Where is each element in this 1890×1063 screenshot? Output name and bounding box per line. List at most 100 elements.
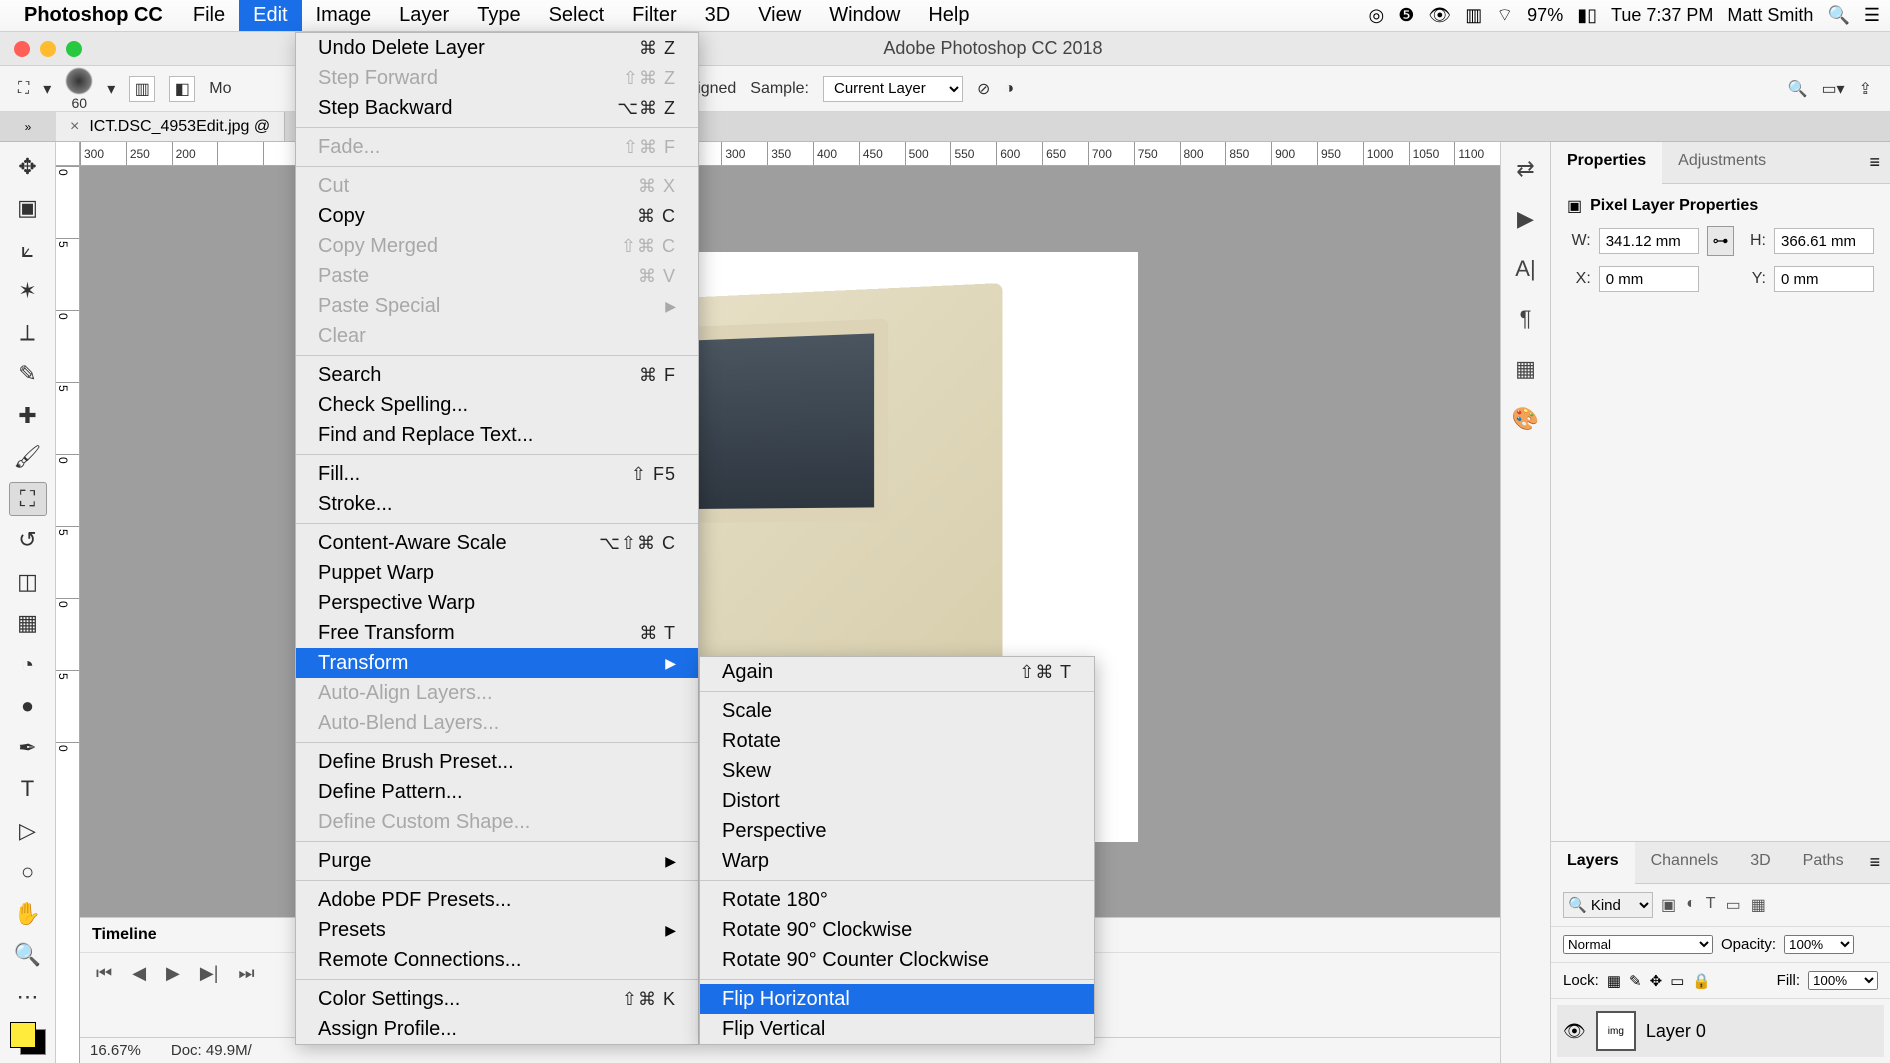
transform-item-rotate-90-clockwise[interactable]: Rotate 90° Clockwise (700, 915, 1094, 945)
hand-tool[interactable]: ✋ (9, 897, 47, 931)
blur-tool[interactable]: ◔ (9, 648, 47, 682)
workspace-icon[interactable]: ▭▾ (1821, 79, 1844, 99)
menu-window[interactable]: Window (815, 0, 914, 31)
tab-channels[interactable]: Channels (1635, 842, 1735, 883)
transform-item-rotate[interactable]: Rotate (700, 726, 1094, 756)
edit-item-stroke[interactable]: Stroke... (296, 489, 698, 519)
transform-item-flip-vertical[interactable]: Flip Vertical (700, 1014, 1094, 1044)
color-panel-icon[interactable]: 🎨 (1512, 406, 1539, 432)
timeline-first-icon[interactable]: ⏮ (96, 963, 112, 984)
crop-tool[interactable]: ⟂ (9, 316, 47, 350)
edit-item-check-spelling[interactable]: Check Spelling... (296, 390, 698, 420)
lasso-tool[interactable]: ⟀ (9, 233, 47, 267)
transform-item-distort[interactable]: Distort (700, 786, 1094, 816)
history-brush-tool[interactable]: ↺ (9, 524, 47, 558)
edit-item-copy[interactable]: Copy⌘ C (296, 201, 698, 231)
menu-select[interactable]: Select (535, 0, 619, 31)
blend-panel-icon[interactable]: ◧ (169, 76, 195, 102)
menu-file[interactable]: File (179, 0, 239, 31)
edit-item-find-and-replace-text[interactable]: Find and Replace Text... (296, 420, 698, 450)
zoom-tool[interactable]: 🔍 (9, 939, 47, 973)
lock-pos-icon[interactable]: ✥ (1650, 972, 1663, 990)
tab-properties[interactable]: Properties (1551, 142, 1662, 184)
app-icon-5[interactable]: ❺ (1398, 5, 1414, 26)
transform-item-flip-horizontal[interactable]: Flip Horizontal (700, 984, 1094, 1014)
ruler-horizontal[interactable]: 300250200 501001502002503003504004505005… (80, 142, 1500, 166)
opacity-select[interactable]: 100% (1784, 935, 1854, 954)
menu-3d[interactable]: 3D (691, 0, 745, 31)
fill-select[interactable]: 100% (1808, 971, 1878, 990)
edit-item-remote-connections[interactable]: Remote Connections... (296, 945, 698, 975)
layer-thumbnail[interactable]: img (1596, 1011, 1636, 1051)
clock[interactable]: Tue 7:37 PM (1611, 5, 1713, 26)
height-input[interactable] (1774, 228, 1874, 254)
dodge-tool[interactable]: ● (9, 690, 47, 724)
brush-preview[interactable] (65, 67, 93, 95)
edit-item-content-aware-scale[interactable]: Content-Aware Scale⌥⇧⌘ C (296, 528, 698, 558)
tab-layers[interactable]: Layers (1551, 842, 1635, 884)
share-icon[interactable]: ⇪ (1859, 79, 1872, 99)
marquee-tool[interactable]: ▣ (9, 192, 47, 226)
edit-item-free-transform[interactable]: Free Transform⌘ T (296, 618, 698, 648)
eraser-tool[interactable]: ◫ (9, 565, 47, 599)
edit-item-define-brush-preset[interactable]: Define Brush Preset... (296, 747, 698, 777)
edit-item-fill[interactable]: Fill...⇧ F5 (296, 459, 698, 489)
transform-item-warp[interactable]: Warp (700, 846, 1094, 876)
panel-menu-icon[interactable]: ≡ (1859, 142, 1890, 183)
pressure-icon[interactable]: ◑ (1004, 80, 1014, 98)
filter-type-icon[interactable]: T (1706, 895, 1716, 915)
layer-row[interactable]: 👁 img Layer 0 (1557, 1005, 1884, 1057)
tab-3d[interactable]: 3D (1734, 842, 1786, 883)
edit-item-transform[interactable]: Transform▶ (296, 648, 698, 678)
visibility-icon[interactable]: 👁 (1563, 1021, 1586, 1042)
layer-filter-kind[interactable]: 🔍 Kind (1563, 892, 1653, 918)
tab-paths[interactable]: Paths (1787, 842, 1860, 883)
edit-item-puppet-warp[interactable]: Puppet Warp (296, 558, 698, 588)
filter-smart-icon[interactable]: ▦ (1751, 895, 1766, 915)
tab-adjustments[interactable]: Adjustments (1662, 142, 1782, 183)
zoom-display[interactable]: 16.67% (90, 1042, 141, 1059)
menu-help[interactable]: Help (914, 0, 983, 31)
transform-item-perspective[interactable]: Perspective (700, 816, 1094, 846)
edit-item-search[interactable]: Search⌘ F (296, 360, 698, 390)
transform-item-skew[interactable]: Skew (700, 756, 1094, 786)
ignore-adjust-icon[interactable]: ⊘ (977, 79, 990, 99)
path-select-tool[interactable]: ▷ (9, 814, 47, 848)
filter-shape-icon[interactable]: ▭ (1726, 895, 1741, 915)
tool-dropdown-icon[interactable]: ▾ (43, 79, 51, 99)
eyedropper-tool[interactable]: ✎ (9, 358, 47, 392)
y-input[interactable] (1774, 266, 1874, 292)
layers-menu-icon[interactable]: ≡ (1860, 842, 1890, 883)
lock-trans-icon[interactable]: ▦ (1607, 972, 1621, 990)
type-tool[interactable]: T (9, 773, 47, 807)
swatches-panel-icon[interactable]: ▦ (1515, 356, 1536, 382)
brush-dropdown-icon[interactable]: ▾ (107, 79, 115, 99)
search-icon[interactable]: 🔍 (1788, 79, 1808, 99)
color-swatch[interactable] (10, 1022, 46, 1056)
filter-adjust-icon[interactable]: ◐ (1686, 895, 1696, 915)
history-panel-icon[interactable]: ⇄ (1516, 156, 1534, 182)
x-input[interactable] (1599, 266, 1699, 292)
edit-item-assign-profile[interactable]: Assign Profile... (296, 1014, 698, 1044)
move-tool[interactable]: ✥ (9, 150, 47, 184)
cc-icon[interactable]: ◎ (1369, 5, 1385, 26)
edit-item-undo-delete-layer[interactable]: Undo Delete Layer⌘ Z (296, 33, 698, 63)
menu-layer[interactable]: Layer (385, 0, 463, 31)
brush-panel-icon[interactable]: ▥ (129, 76, 155, 102)
sample-select[interactable]: Current Layer (823, 76, 963, 102)
stamp-tool-icon[interactable]: ⛶ (18, 80, 29, 98)
menu-image[interactable]: Image (302, 0, 386, 31)
spotlight-icon[interactable]: 🔍 (1827, 5, 1849, 26)
layer-name[interactable]: Layer 0 (1646, 1021, 1706, 1042)
edit-item-adobe-pdf-presets[interactable]: Adobe PDF Presets... (296, 885, 698, 915)
transform-item-scale[interactable]: Scale (700, 696, 1094, 726)
transform-item-again[interactable]: Again⇧⌘ T (700, 657, 1094, 687)
close-tab-icon[interactable]: × (70, 118, 79, 136)
width-input[interactable] (1599, 228, 1699, 254)
edit-item-step-backward[interactable]: Step Backward⌥⌘ Z (296, 93, 698, 123)
timeline-last-icon[interactable]: ⏭ (238, 963, 254, 984)
username[interactable]: Matt Smith (1727, 5, 1813, 26)
binoculars-icon[interactable]: 👁 (1428, 5, 1451, 26)
blend-mode-select[interactable]: Normal (1563, 935, 1713, 954)
edit-item-purge[interactable]: Purge▶ (296, 846, 698, 876)
